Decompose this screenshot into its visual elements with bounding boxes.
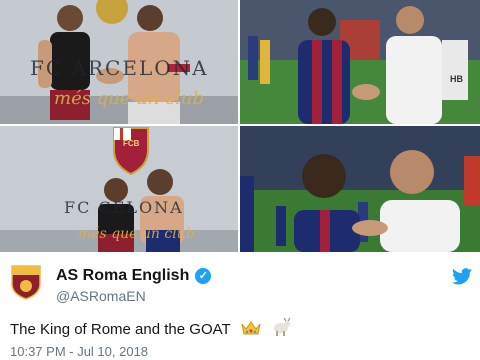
display-name-text[interactable]: AS Roma English — [56, 267, 189, 284]
photo-2-illustration — [240, 0, 480, 124]
tweet-text: The King of Rome and the GOAT — [10, 318, 291, 338]
bib-badge: HB — [450, 74, 463, 84]
verified-badge-icon: ✓ — [195, 268, 212, 284]
tweet-photo-3[interactable]: FCB FC CELONA més que un club — [0, 126, 238, 252]
twitter-bird-icon[interactable] — [452, 268, 472, 285]
photo-4-illustration — [240, 126, 480, 252]
account-display-name[interactable]: AS Roma English ✓ — [56, 267, 212, 285]
wall-lettering: FC ARCELONA — [30, 56, 209, 80]
as-roma-avatar[interactable] — [10, 264, 42, 300]
wall-lettering: FC CELONA — [64, 198, 184, 217]
crown-icon — [241, 321, 261, 335]
wall-motto: més que un club — [54, 88, 205, 109]
wall-motto: més que un club — [78, 226, 195, 242]
fcb-crest-label: FCB — [123, 139, 140, 148]
goat-icon — [273, 318, 291, 336]
account-handle[interactable]: @ASRomaEN — [56, 288, 146, 304]
tweet-photo-1[interactable]: FC ARCELONA més que un club — [0, 0, 238, 124]
tweet-photo-4[interactable] — [240, 126, 480, 252]
tweet-timestamp[interactable]: 10:37 PM - Jul 10, 2018 — [10, 344, 148, 359]
tweet-text-content: The King of Rome and the GOAT — [10, 321, 231, 338]
tweet-media-grid: FC ARCELONA més que un club HB FCB FC CE… — [0, 0, 480, 252]
tweet-photo-2[interactable]: HB — [240, 0, 480, 124]
